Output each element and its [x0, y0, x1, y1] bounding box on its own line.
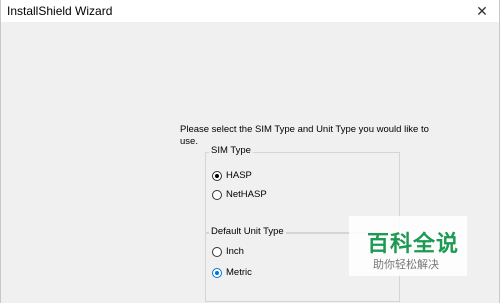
window-title: InstallShield Wizard [7, 4, 113, 18]
title-bar: InstallShield Wizard ✕ [1, 0, 499, 22]
sim-type-legend: SIM Type [209, 145, 253, 156]
radio-inch[interactable]: Inch [212, 246, 244, 257]
radio-metric[interactable]: Metric [212, 267, 252, 278]
radio-metric-label: Metric [226, 267, 252, 278]
radio-inch-control[interactable] [212, 246, 222, 257]
radio-metric-control[interactable] [212, 267, 222, 278]
installshield-window: InstallShield Wizard ✕ Please select the… [0, 0, 500, 303]
radio-hasp[interactable]: HASP [212, 170, 252, 181]
radio-nethasp[interactable]: NetHASP [212, 189, 267, 200]
watermark-subtitle: 助你轻松解决 [373, 258, 439, 271]
radio-nethasp-control[interactable] [212, 189, 222, 200]
watermark: 百科全说 助你轻松解决 [349, 216, 467, 276]
radio-inch-label: Inch [226, 246, 244, 257]
radio-hasp-control[interactable] [212, 170, 222, 181]
radio-nethasp-label: NetHASP [226, 189, 267, 200]
unit-type-legend: Default Unit Type [209, 226, 286, 237]
close-icon[interactable]: ✕ [469, 0, 495, 22]
radio-hasp-label: HASP [226, 170, 252, 181]
watermark-logo: 百科全说 [367, 232, 460, 257]
